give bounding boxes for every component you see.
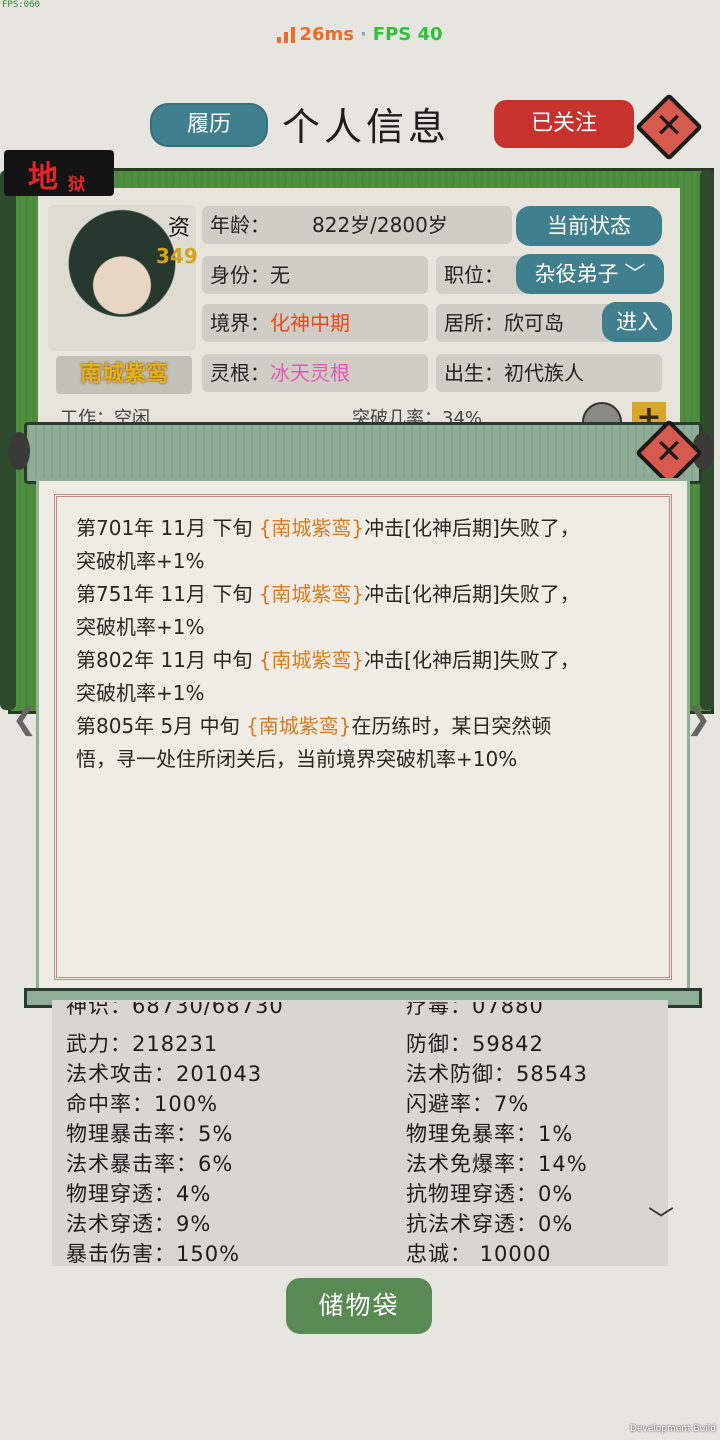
stat-left: 法术暴击率：6% (66, 1152, 234, 1176)
stat-left: 暴击伤害：150% (66, 1242, 241, 1266)
log-line: 第805年 5月 中旬 {南城紫鸾}在历练时，某日突然顿 (76, 714, 552, 738)
aptitude-label: 资 (168, 216, 191, 241)
spirit-root-label: 灵根： (210, 361, 270, 385)
age-label: 年龄： (210, 213, 270, 237)
stat-left: 法术穿透：9% (66, 1212, 212, 1236)
log-line: 第751年 11月 下旬 {南城紫鸾}冲击[化神后期]失败了， (76, 582, 580, 606)
prev-arrow-icon[interactable]: ❮ (12, 702, 37, 737)
hell-badge-main: 地 (28, 160, 58, 195)
hell-badge (4, 150, 114, 196)
page-title: 个人信息 (282, 105, 451, 149)
scroll-down-icon[interactable]: ﹀ (648, 1200, 674, 1237)
stat-right: 法术免爆率：14% (406, 1152, 588, 1176)
age-value: 822岁/2800岁 (312, 213, 448, 237)
residence-field: 居所：欣可岛 (436, 304, 626, 342)
storage-bag-button[interactable]: 储物袋 (286, 1278, 432, 1334)
log-close-icon: ✕ (654, 432, 684, 472)
stat-divine-sense: 神识：68730/68730 (66, 1002, 284, 1018)
stats-peek-row: 神识：68730/68730 疗毒：07880 (52, 1002, 668, 1022)
dev-build-label: Development Build (629, 1424, 716, 1434)
stat-right: 闪避率：7% (406, 1092, 530, 1116)
stat-left: 命中率：100% (66, 1092, 219, 1116)
age-field: 年龄： 822岁/2800岁 (202, 206, 512, 244)
identity-field: 身份：无 (202, 256, 428, 294)
realm-field: 境界：化神中期 (202, 304, 428, 342)
stat-right: 忠诚： 10000 (406, 1242, 552, 1266)
fps-separator: · (359, 24, 367, 45)
enter-button[interactable]: 进入 (602, 302, 672, 342)
log-line: 突破机率+1% (76, 681, 205, 705)
latency-text: 26ms (299, 24, 354, 45)
log-scroll-header (24, 422, 702, 484)
close-icon: ✕ (654, 106, 684, 146)
post-label: 职位： (444, 263, 504, 287)
character-name: 南城紫鸾 (56, 356, 192, 394)
current-status-button[interactable]: 当前状态 (516, 206, 662, 246)
scroll-knob-left (8, 432, 30, 470)
realm-value: 化神中期 (270, 311, 350, 335)
stat-detox: 疗毒：07880 (406, 1002, 544, 1018)
post-dropdown[interactable]: 杂役弟子 ﹀ (516, 254, 664, 294)
log-line: 悟，寻一处住所闭关后，当前境界突破机率+10% (76, 747, 518, 771)
stat-left: 武力：218231 (66, 1032, 219, 1056)
log-line: 突破机率+1% (76, 549, 205, 573)
stat-right: 防御：59842 (406, 1032, 544, 1056)
next-arrow-icon[interactable]: ❯ (686, 702, 711, 737)
chevron-down-icon: ﹀ (624, 262, 646, 286)
close-button[interactable]: ✕ (635, 93, 703, 161)
stat-right: 抗法术穿透：0% (406, 1212, 574, 1236)
fps-corner-text: FPS:060 (2, 0, 40, 10)
post-value: 杂役弟子 (534, 262, 619, 286)
log-line: 第701年 11月 下旬 {南城紫鸾}冲击[化神后期]失败了， (76, 516, 580, 540)
fps-indicator: 26ms · FPS 40 (0, 24, 720, 45)
realm-label: 境界： (210, 311, 270, 335)
follow-button[interactable]: 已关注 (494, 100, 634, 148)
resume-button[interactable]: 履历 (150, 103, 268, 147)
stat-right: 物理免暴率：1% (406, 1122, 574, 1146)
stat-right: 法术防御：58543 (406, 1062, 588, 1086)
residence-label: 居所： (444, 311, 504, 335)
stat-left: 物理穿透：4% (66, 1182, 212, 1206)
stat-right: 抗物理穿透：0% (406, 1182, 574, 1206)
fps-text: FPS 40 (372, 24, 443, 45)
hell-badge-sub: 狱 (68, 175, 85, 195)
birth-field: 出生：初代族人 (436, 354, 662, 392)
log-line: 突破机率+1% (76, 615, 205, 639)
birth-text: 出生：初代族人 (444, 361, 584, 385)
stat-left: 法术攻击：201043 (66, 1062, 263, 1086)
log-line: 第802年 11月 中旬 {南城紫鸾}冲击[化神后期]失败了， (76, 648, 580, 672)
residence-value: 欣可岛 (504, 311, 564, 335)
spirit-root-field: 灵根：冰天灵根 (202, 354, 428, 392)
log-close-button[interactable]: ✕ (635, 419, 703, 487)
stat-left: 物理暴击率：5% (66, 1122, 234, 1146)
spirit-root-value: 冰天灵根 (270, 361, 350, 385)
signal-icon (277, 27, 296, 43)
identity-text: 身份：无 (210, 263, 290, 287)
aptitude-value: 349 (156, 244, 198, 268)
